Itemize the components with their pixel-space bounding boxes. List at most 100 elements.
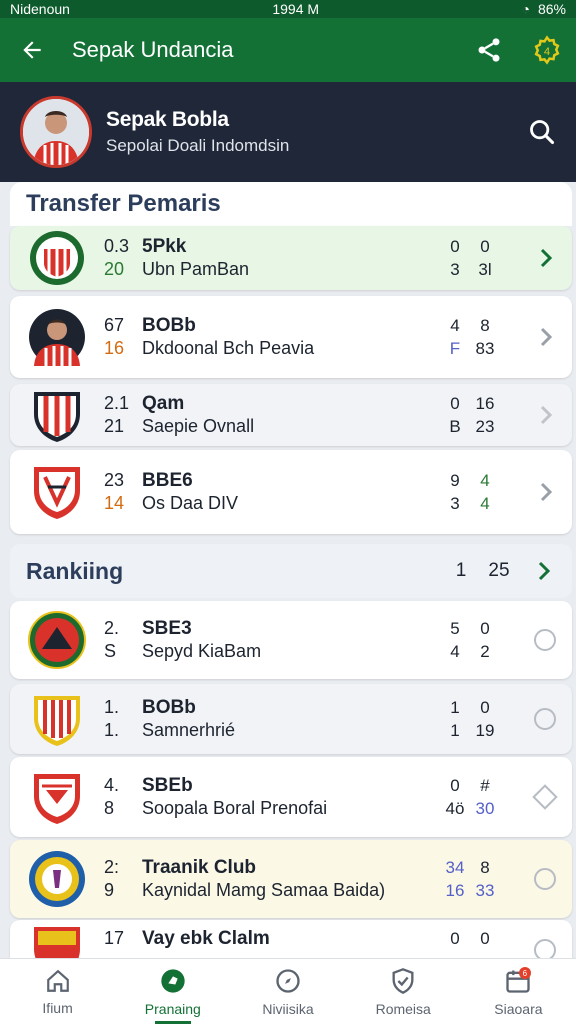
select-radio-icon[interactable]	[534, 868, 556, 890]
stat-value: 4ö	[445, 799, 465, 818]
transfer-club-detail: Os Daa DIV	[142, 493, 239, 513]
ranking-card[interactable]: 4. 8 SBEb Soopala Boral Prenofai 0 4ö #30	[10, 757, 572, 837]
transfer-card[interactable]: 23 14 BBE6 Os Daa DIV 9 3 4 4	[10, 450, 572, 534]
transfer-number-1: 0.3	[104, 236, 130, 256]
ranking-numbers: 2. S	[104, 617, 144, 663]
transfer-texts: 5Pkk Ubn PamBan	[142, 235, 249, 281]
transfer-numbers: 23 14	[104, 469, 144, 515]
ranking-texts: Vay ebk Clalm	[142, 927, 270, 950]
ranking-count-a: 1	[455, 560, 467, 581]
ranking-stats: 5402	[446, 617, 494, 663]
home-icon	[46, 969, 69, 992]
profile-header: Sepak Bobla Sepolai Doali Indomdsin	[0, 82, 576, 182]
stat-value: 4	[480, 494, 490, 513]
settings-button[interactable]: 4	[518, 18, 576, 82]
tab-clubs[interactable]: Romeisa	[346, 959, 461, 1024]
app-root: Nidenoun 1994 M ◔ 86% Sepak Undancia 4 S…	[0, 0, 576, 1024]
stat-value: 3	[450, 260, 460, 279]
stat-value: 23	[475, 417, 495, 436]
settings-icon: 4	[534, 35, 560, 65]
club-crest-icon	[28, 690, 86, 748]
transfer-club-detail: Saepie Ovnall	[142, 416, 255, 436]
ranking-numbers: 17	[104, 927, 144, 950]
transfer-club-name: 5Pkk	[142, 236, 187, 257]
ranking-number-1: 2:	[104, 857, 120, 877]
stat-value: 4	[450, 316, 460, 335]
ranking-number-1: 4.	[104, 775, 120, 795]
profile-subtitle: Sepolai Doali Indomdsin	[106, 136, 290, 155]
tab-schedule-label: Siaoara	[494, 1000, 543, 1017]
avatar[interactable]	[20, 96, 92, 168]
ranking-card[interactable]: 2. S SBE3 Sepyd KiaBam 5 4 0 2	[10, 601, 572, 679]
ranking-club-detail: Soopala Boral Prenofai	[142, 798, 328, 818]
club-crest-icon	[28, 386, 86, 444]
ranking-number-2: S	[104, 641, 117, 661]
app-bar: Sepak Undancia 4	[0, 18, 576, 82]
stat-value: 0	[480, 237, 490, 256]
transfer-club-name: Qam	[142, 393, 185, 414]
svg-text:4: 4	[544, 46, 550, 58]
ranking-texts: SBE3 Sepyd KiaBam	[142, 617, 261, 663]
stat-value: 1	[450, 698, 460, 717]
stat-column: 0B	[446, 392, 464, 438]
transfer-number-2: 21	[104, 416, 125, 436]
ranking-card[interactable]: 2: 9 Traanik Club Kaynidal Mamg Samaa Baida…	[10, 840, 572, 918]
transfer-card[interactable]: 67 16 BOBb Dkdoonal Bch Peavia 4 F 8 83	[10, 296, 572, 378]
ranking-stats: 1 1 0 19	[446, 696, 494, 742]
transfer-title: Transfer Pemaris	[26, 190, 221, 217]
stat-column: 4F	[446, 314, 464, 360]
tab-home[interactable]: Ifium	[0, 959, 115, 1024]
transfer-number-1: 2.1	[104, 393, 130, 413]
ranking-club-detail: Kaynidal Mamg Samaa Baida)	[142, 880, 386, 900]
ranking-header[interactable]: Rankiing 1 25	[10, 544, 572, 598]
ranking-club-name: SBE3	[142, 618, 192, 639]
select-radio-icon[interactable]	[534, 629, 556, 651]
transfer-stats: 9344	[446, 469, 494, 515]
stat-value: 8	[480, 316, 490, 335]
transfer-card[interactable]: 0.3 20 5Pkk Ubn PamBan 0 3 0 3l	[10, 226, 572, 290]
ranking-number-1: 2.	[104, 618, 120, 638]
back-button[interactable]	[0, 18, 64, 82]
ranking-number-2: 1.	[104, 720, 120, 740]
ranking-texts: SBEb Soopala Boral Prenofai	[142, 774, 327, 820]
transfer-texts: Qam Saepie Ovnall	[142, 392, 254, 438]
stat-column: 0 3l	[476, 235, 494, 281]
tab-matches[interactable]: Pranaing	[115, 959, 230, 1024]
stat-column: 0 19	[476, 696, 495, 742]
transfer-texts: BBE6 Os Daa DIV	[142, 469, 238, 515]
tab-explore[interactable]: Niviisika	[230, 959, 345, 1024]
tab-schedule[interactable]: 6 Siaoara	[461, 959, 576, 1024]
transfer-number-1: 23	[104, 470, 125, 490]
ranking-club-name: Vay ebk Clalm	[142, 928, 270, 949]
stat-column: 03	[446, 235, 464, 281]
ranking-stats: 00	[446, 927, 494, 950]
stat-value: 5	[450, 619, 460, 638]
search-button[interactable]	[514, 104, 570, 160]
chevron-right-icon[interactable]	[534, 325, 558, 349]
ranking-card[interactable]: 1. 1. BOBb Samnerhrié 1 1 0 19	[10, 684, 572, 754]
ranking-club-name: BOBb	[142, 697, 196, 718]
chevron-right-icon[interactable]	[534, 480, 558, 504]
stat-value: 0	[480, 929, 490, 948]
status-bar: Nidenoun 1994 M ◔ 86%	[0, 0, 576, 18]
stat-column: 54	[446, 617, 464, 663]
chevron-right-icon[interactable]	[534, 403, 558, 427]
ranking-texts: BOBb Samnerhrié	[142, 696, 235, 742]
chevron-right-icon[interactable]	[534, 246, 558, 270]
tab-explore-label: Niviisika	[262, 1000, 314, 1017]
stat-column: 0 4ö	[445, 774, 465, 820]
select-diamond-icon[interactable]	[532, 784, 558, 810]
club-crest-icon	[28, 768, 86, 826]
select-radio-icon[interactable]	[534, 708, 556, 730]
stat-value: 83	[475, 339, 495, 358]
ranking-club-detail: Samnerhrié	[142, 720, 236, 740]
stat-value: 0	[480, 698, 490, 717]
transfer-number-2: 20	[104, 259, 125, 279]
transfer-number-2: 14	[104, 493, 125, 513]
stat-value: B	[449, 417, 461, 436]
club-crest-icon	[28, 229, 86, 287]
stat-value: 9	[450, 471, 460, 490]
ranking-numbers: 2: 9	[104, 856, 144, 902]
transfer-card[interactable]: 2.1 21 Qam Saepie Ovnall 0 B 16 23	[10, 384, 572, 446]
share-button[interactable]	[460, 18, 518, 82]
